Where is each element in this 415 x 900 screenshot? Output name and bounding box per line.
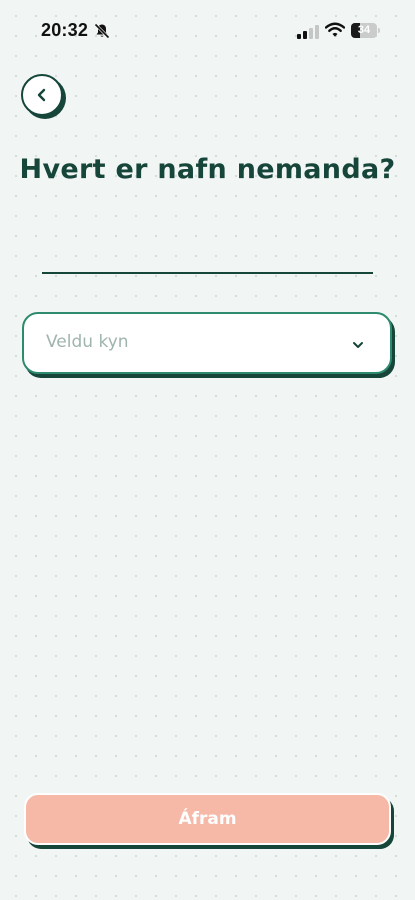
battery-icon: 34 (351, 23, 377, 38)
back-button[interactable] (21, 74, 63, 116)
battery-percent: 34 (357, 24, 371, 36)
status-bar: 20:32 34 (0, 0, 415, 60)
cellular-signal-icon (297, 24, 319, 39)
chevron-down-icon (352, 336, 364, 348)
chevron-left-icon (35, 88, 49, 102)
wifi-icon (324, 22, 346, 38)
page-title: Hvert er nafn nemanda? (19, 154, 396, 185)
bell-slash-icon (94, 23, 110, 39)
status-time: 20:32 (41, 20, 89, 40)
continue-button[interactable]: Áfram (24, 793, 391, 845)
gender-select-placeholder: Veldu kyn (46, 332, 129, 352)
continue-button-label: Áfram (178, 809, 237, 829)
battery-cap (378, 28, 380, 33)
student-name-input[interactable] (42, 232, 373, 274)
gender-select[interactable]: Veldu kyn (22, 312, 392, 374)
